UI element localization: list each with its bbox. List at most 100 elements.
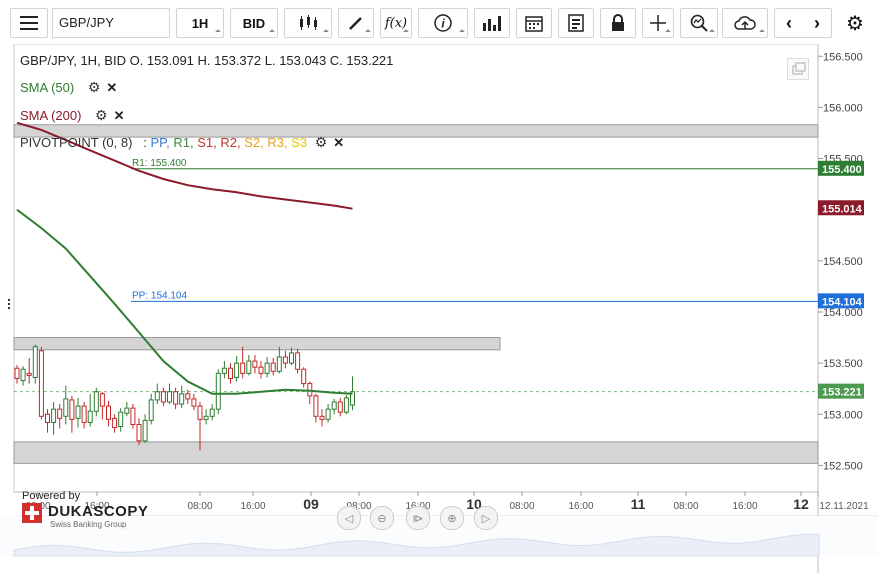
candle-body — [142, 419, 148, 442]
zoom-out-button[interactable]: ⊖ — [370, 506, 394, 530]
candle-body — [173, 391, 179, 405]
pivot-items: PP, R1, S1, R2, S2, R3, S3 — [151, 135, 308, 150]
bar-chart-icon — [483, 16, 501, 31]
indicators-button[interactable]: f(x) — [380, 8, 412, 38]
candle-body — [276, 356, 282, 372]
price-type-label: BID — [242, 15, 266, 31]
info-button[interactable]: i — [418, 8, 468, 38]
candle-body — [301, 368, 307, 385]
drag-handle-dot — [8, 303, 10, 305]
chevron-left-icon[interactable]: ‹ — [786, 13, 792, 34]
candle-body — [118, 411, 124, 428]
candle-body — [325, 408, 331, 420]
toolbar: GBP/JPY 1H BID f(x) i ‹ › ⚙ — [0, 0, 878, 44]
candle-body — [228, 367, 233, 379]
chart-area[interactable]: 156.500156.000155.500155.000154.500154.0… — [0, 43, 878, 573]
candle-body — [191, 398, 197, 407]
pp-label: PP: 154.104 — [132, 290, 187, 301]
sma200-label: SMA (200) — [20, 108, 82, 123]
fit-button[interactable]: ⧐ — [406, 506, 430, 530]
price-chart[interactable]: 156.500156.000155.500155.000154.500154.0… — [0, 43, 878, 573]
y-tick-label: 153.500 — [823, 358, 863, 370]
info-icon: i — [434, 14, 452, 32]
close-icon[interactable]: ✕ — [114, 108, 125, 123]
candle-body — [20, 368, 26, 382]
gear-icon[interactable]: ⚙ — [315, 134, 328, 151]
calendar-button[interactable] — [516, 8, 552, 38]
scroll-right-button[interactable]: ▷ — [474, 506, 498, 530]
ohlc-text: GBP/JPY, 1H, BID O. 153.091 H. 153.372 L… — [20, 53, 394, 68]
drawing-button[interactable] — [338, 8, 374, 38]
candle-body — [331, 401, 337, 410]
fx-label: f(x) — [384, 15, 408, 31]
zoom-button[interactable] — [680, 8, 718, 38]
pivot-item-r2: R2, — [220, 135, 245, 150]
price-type-button[interactable]: BID — [230, 8, 278, 38]
candle-body — [167, 391, 172, 403]
chart-type-button[interactable] — [284, 8, 332, 38]
calendar-icon — [525, 16, 543, 32]
y-tick-label: 154.500 — [823, 256, 863, 268]
candle-body — [63, 398, 69, 417]
play-right-icon: ▷ — [481, 512, 491, 525]
highlight-zone — [13, 441, 819, 464]
candle-body — [112, 417, 118, 429]
cloud-upload-icon — [734, 16, 756, 30]
timeframe-button[interactable]: 1H — [176, 8, 224, 38]
brand-subtitle: Swiss Banking Group — [50, 520, 127, 529]
lock-button[interactable] — [600, 8, 636, 38]
sma50-legend: SMA (50) ⚙ ✕ — [20, 79, 117, 96]
candle-body — [264, 362, 270, 374]
zoom-in-icon: ⊕ — [447, 512, 457, 525]
chevron-right-icon[interactable]: › — [814, 13, 820, 34]
close-icon[interactable]: ✕ — [333, 135, 344, 150]
navigate-button-group: ‹ › — [774, 8, 832, 38]
pivot-item-r1: R1, — [173, 135, 198, 150]
x-tick-label: 12 — [793, 496, 809, 512]
scroll-left-button[interactable]: ◁ — [337, 506, 361, 530]
candle-body — [124, 407, 130, 414]
pivot-item-s2: S2, — [244, 135, 268, 150]
pp-tag: 154.104 — [822, 296, 863, 308]
candle-body — [130, 407, 136, 425]
pivot-item-s3: S3 — [291, 135, 308, 150]
settings-button[interactable]: ⚙ — [840, 8, 870, 38]
candle-body — [295, 352, 301, 370]
zoom-in-button[interactable]: ⊕ — [440, 506, 464, 530]
candle-body — [32, 346, 38, 378]
x-tick-label: 08:00 — [673, 501, 698, 512]
gear-icon[interactable]: ⚙ — [88, 79, 101, 96]
close-icon[interactable]: ✕ — [106, 80, 117, 95]
candle-body — [313, 395, 319, 417]
restore-icon[interactable] — [787, 58, 809, 80]
candle-body — [57, 408, 63, 419]
pivot-legend: PIVOTPOINT (0, 8) : PP, R1, S1, R2, S2, … — [20, 134, 344, 151]
candle-body — [136, 423, 142, 442]
drag-handle-dot — [8, 299, 10, 301]
lock-icon — [612, 14, 624, 31]
candle-body — [258, 366, 264, 374]
zoom-icon — [690, 14, 708, 32]
symbol-input[interactable]: GBP/JPY — [52, 8, 170, 38]
template-button[interactable] — [558, 8, 594, 38]
candle-body — [154, 391, 160, 401]
volume-button[interactable] — [474, 8, 510, 38]
candle-body — [26, 372, 32, 376]
candle-body — [45, 413, 50, 423]
candle-body — [179, 393, 185, 405]
y-tick-label: 156.500 — [823, 51, 863, 63]
crosshair-button[interactable] — [642, 8, 674, 38]
candle-body — [337, 401, 343, 413]
candle-body — [106, 405, 111, 420]
drag-handle-dot — [8, 307, 10, 309]
candle-body — [197, 405, 203, 420]
x-tick-label: 16:00 — [732, 501, 757, 512]
x-tick-label: 11 — [631, 496, 646, 512]
upload-button[interactable] — [722, 8, 768, 38]
highlight-zone — [13, 337, 501, 351]
menu-button[interactable] — [10, 8, 48, 38]
candle-body — [99, 393, 105, 407]
play-left-icon: ◁ — [344, 512, 354, 525]
gear-icon[interactable]: ⚙ — [95, 107, 108, 124]
y-tick-label: 152.500 — [823, 460, 863, 472]
